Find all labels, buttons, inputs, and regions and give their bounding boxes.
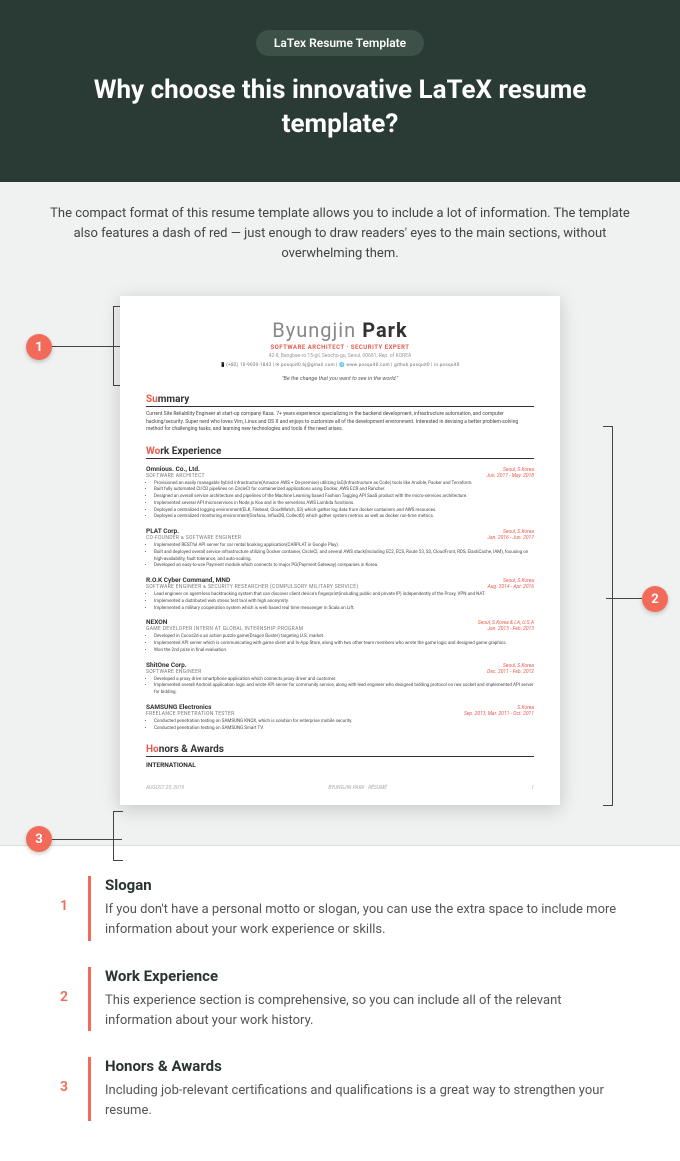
job-bullets: Developed a proxy drive smartphone appli… (154, 677, 534, 697)
legend-text: This experience section is comprehensive… (105, 991, 620, 1031)
legend-title: Honors & Awards (105, 1057, 620, 1075)
job-bullet: Conducted penetration testing on SAMSUNG… (154, 719, 534, 726)
work-title: Work Experience (146, 446, 534, 459)
job-bullets: Lead engineer on agent-less backtracking… (154, 592, 534, 612)
legend-title: Slogan (105, 876, 620, 894)
job-bullets: Provisioned an easily managable hybrid i… (154, 481, 534, 522)
job-bullet: Implemented several API microservices in… (154, 501, 534, 508)
legend-title: Work Experience (105, 967, 620, 985)
legend-num: 2 (60, 967, 88, 1005)
job-bullet: Implemented a military cooperation syste… (154, 606, 534, 613)
job-bullet: Implemented a distributed web stress tes… (154, 599, 534, 606)
job-bullet: Implemented overall Android application … (154, 683, 534, 697)
resume-footer: AUGUST 25, 2019 BYUNGJIN PARK · RÉSUMÉ 1 (146, 785, 534, 791)
job-bullet: Conducted penetration testing on SAMSUNG… (154, 726, 534, 733)
legend-item-3: 3 Honors & Awards Including job-relevant… (60, 1057, 620, 1121)
resume-job: NEXONSeoul, S.Korea & LA, U.S.AGAME DEVE… (146, 618, 534, 654)
job-date: Jun. 2017 - May. 2018 (486, 473, 534, 479)
legend-item-1: 1 Slogan If you don't have a personal mo… (60, 876, 620, 940)
hero: LaTex Resume Template Why choose this in… (0, 0, 680, 182)
honors-sub: INTERNATIONAL (146, 761, 534, 769)
job-bullets: Conducted penetration testing on SAMSUNG… (154, 719, 534, 733)
resume-subtitle: SOFTWARE ARCHITECT · SECURITY EXPERT (146, 344, 534, 351)
legend: 1 Slogan If you don't have a personal mo… (0, 845, 680, 1161)
job-role: GAME DEVELOPER INTERN AT GLOBAL INTERNSH… (146, 626, 303, 632)
job-role: FREELANCE PENETRATION TESTER (146, 711, 235, 717)
pointer-line-1b (113, 306, 114, 386)
job-role: SOFTWARE ARCHITECT (146, 473, 205, 479)
resume-preview-wrap: 1 2 3 Byungjin Park SOFTWARE ARCHITECT ·… (0, 286, 680, 845)
job-bullet: Lead engineer on agent-less backtracking… (154, 592, 534, 599)
pointer-line-3b (113, 811, 114, 861)
job-role: SOFTWARE ENGINEER & SECURITY RESEARCHER … (146, 584, 358, 590)
pointer-line-3c (113, 811, 123, 812)
job-company: NEXON (146, 618, 167, 626)
job-date: Jan. 2016 - Jun. 2017 (487, 535, 534, 541)
resume-contacts: 📱(+82) 10-9030-1843 | ✉ posquit0.bj@gmai… (146, 363, 534, 368)
job-company: Omnious. Co., Ltd. (146, 465, 200, 473)
job-bullet: Implemented API server which is communic… (154, 641, 534, 648)
job-bullet: Designed an overall service architecture… (154, 494, 534, 501)
resume-motto: "Be the change that you want to see in t… (146, 376, 534, 382)
resume-address: 42-8, Bangbae-ro 15-gil, Seocho-gu, Seou… (146, 353, 534, 359)
job-company: PLAT Corp. (146, 527, 179, 535)
summary-text: Current Site Reliability Engineer at sta… (146, 411, 534, 434)
honors-title: Honors & Awards (146, 744, 534, 757)
job-role: SOFTWARE ENGINEER (146, 669, 202, 675)
job-bullet: Deployed a centralized monitoring enviro… (154, 514, 534, 521)
legend-text: Including job-relevant certifications an… (105, 1081, 620, 1121)
pointer-badge-2: 2 (642, 586, 668, 612)
footer-center: BYUNGJIN PARK · RÉSUMÉ (328, 785, 387, 791)
resume-job: SAMSUNG ElectronicsS.KoreaFREELANCE PENE… (146, 703, 534, 733)
pointer-badge-3: 3 (26, 826, 52, 852)
resume-name: Byungjin Park (146, 318, 534, 342)
job-date: Sep. 2013, Mar. 2011 - Oct. 2011 (464, 711, 534, 717)
resume-job: R.O.K Cyber Command, MNDSeoul, S.KoreaSO… (146, 576, 534, 612)
resume-summary-section: Summary Current Site Reliability Enginee… (146, 394, 534, 434)
job-date: Dec. 2011 - Feb. 2012 (487, 669, 534, 675)
footer-page: 1 (531, 785, 534, 791)
job-company: ShitOne Corp. (146, 661, 187, 669)
intro-text: The compact format of this resume templa… (0, 182, 680, 286)
legend-num: 1 (60, 876, 88, 914)
legend-item-2: 2 Work Experience This experience sectio… (60, 967, 620, 1031)
resume-honors-section: Honors & Awards INTERNATIONAL (146, 744, 534, 769)
resume-page: Byungjin Park SOFTWARE ARCHITECT · SECUR… (120, 296, 560, 805)
resume-job: Omnious. Co., Ltd.Seoul, S.KoreaSOFTWARE… (146, 465, 534, 522)
pointer-badge-1: 1 (26, 334, 52, 360)
resume-job: ShitOne Corp.Seoul, S.KoreaSOFTWARE ENGI… (146, 661, 534, 697)
job-company: SAMSUNG Electronics (146, 703, 212, 711)
job-bullet: Developed in Cocos2d-x an action puzzle … (154, 634, 534, 641)
pointer-line-2b (612, 426, 613, 806)
category-badge: LaTex Resume Template (256, 30, 424, 56)
legend-text: If you don't have a personal motto or sl… (105, 900, 620, 940)
pointer-line-1 (52, 346, 122, 347)
job-bullet: Built fully automated CI/CD pipelines on… (154, 487, 534, 494)
pointer-line-3d (113, 860, 123, 861)
hero-title: Why choose this innovative LaTeX resume … (40, 74, 640, 142)
job-bullets: Implemented RESTful API server for car r… (154, 543, 534, 570)
job-date: Jan. 2013 - Feb. 2013 (487, 626, 534, 632)
job-bullet: Implemented RESTful API server for car r… (154, 543, 534, 550)
job-bullets: Developed in Cocos2d-x an action puzzle … (154, 634, 534, 654)
job-bullet: Built and deployed overall service infra… (154, 550, 534, 564)
summary-title: Summary (146, 394, 534, 407)
job-bullet: Won the 2nd prize in final evaluation. (154, 648, 534, 655)
job-bullet: Developed an easy-to-use Payment module … (154, 563, 534, 570)
job-date: Aug. 2014 - Apr. 2016 (488, 584, 534, 590)
footer-date: AUGUST 25, 2019 (146, 785, 184, 791)
pointer-line-2c (603, 426, 613, 427)
resume-header: Byungjin Park SOFTWARE ARCHITECT · SECUR… (146, 318, 534, 382)
resume-job: PLAT Corp.Seoul, S.KoreaCO-FOUNDER & SOF… (146, 527, 534, 570)
job-company: R.O.K Cyber Command, MND (146, 576, 230, 584)
pointer-line-2d (603, 805, 613, 806)
legend-num: 3 (60, 1057, 88, 1095)
pointer-line-3 (52, 839, 122, 840)
resume-work-section: Work Experience Omnious. Co., Ltd.Seoul,… (146, 446, 534, 733)
job-role: CO-FOUNDER & SOFTWARE ENGINEER (146, 535, 241, 541)
